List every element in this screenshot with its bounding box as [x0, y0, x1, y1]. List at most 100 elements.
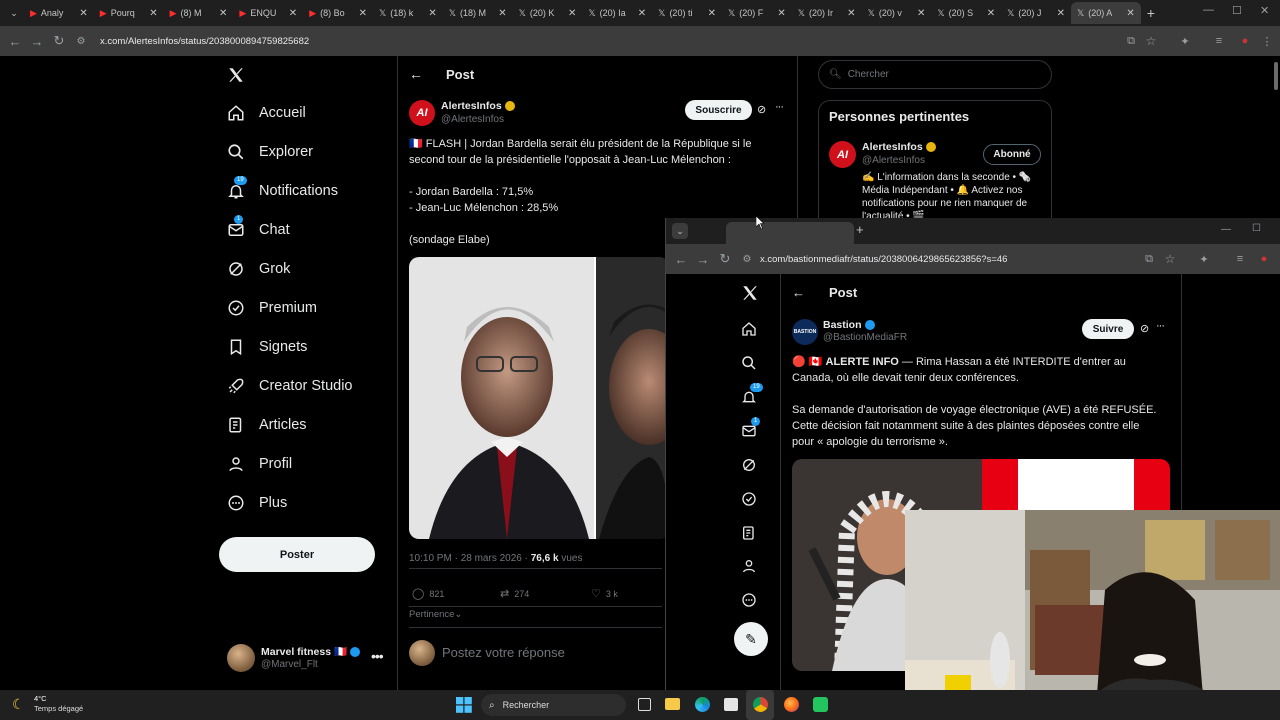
repost-button[interactable]: ⇄ 274: [500, 587, 529, 600]
post-button[interactable]: Poster: [219, 537, 375, 572]
author-handle[interactable]: @AlertesInfos: [441, 114, 504, 125]
author-avatar[interactable]: BASTION: [792, 319, 818, 345]
sidebar-item-accueil[interactable]: Accueil: [227, 104, 306, 122]
profile-icon[interactable]: [741, 558, 759, 576]
close-tab-icon[interactable]: ✕: [359, 8, 367, 19]
home-icon[interactable]: [741, 321, 759, 339]
tab-4[interactable]: ▶ (8) Bo ✕: [303, 2, 373, 24]
close-tab-icon[interactable]: ✕: [708, 8, 716, 19]
sidebar-item-creator-studio[interactable]: Creator Studio: [227, 377, 353, 395]
subscribe-button[interactable]: Souscrire: [685, 100, 752, 120]
close-tab-icon[interactable]: ✕: [289, 8, 297, 19]
x-logo-icon[interactable]: [227, 66, 245, 84]
close-tab-icon[interactable]: ✕: [428, 8, 436, 19]
sidebar-item-profil[interactable]: Profil: [227, 455, 292, 473]
back-icon[interactable]: ←: [670, 252, 692, 267]
author-handle[interactable]: @BastionMediaFR: [823, 332, 907, 343]
account-more-icon[interactable]: •••: [371, 648, 384, 664]
sidebar-item-grok[interactable]: Grok: [227, 260, 290, 278]
reading-list-icon[interactable]: ≡: [1229, 253, 1251, 265]
compose-button[interactable]: ✎: [734, 622, 768, 656]
minimize-button[interactable]: —: [1221, 224, 1231, 235]
sidebar-item-explorer[interactable]: Explorer: [227, 143, 313, 161]
tab-11[interactable]: 𝕏 (20) Ir ✕: [792, 2, 862, 24]
reply-input[interactable]: Postez votre réponse: [442, 645, 565, 660]
x-logo-icon[interactable]: [741, 284, 759, 302]
app-icon[interactable]: [813, 697, 828, 712]
forward-icon[interactable]: →: [26, 34, 48, 49]
maximize-button[interactable]: ☐: [1252, 223, 1261, 234]
grok-icon[interactable]: ⊘: [757, 103, 766, 116]
popup-active-tab[interactable]: [726, 222, 854, 244]
task-view-icon[interactable]: [638, 698, 651, 711]
mail-icon[interactable]: 1: [741, 417, 761, 441]
file-explorer-icon[interactable]: [665, 698, 680, 710]
browser-menu-icon[interactable]: ⋮: [1256, 35, 1278, 48]
close-tab-icon[interactable]: ✕: [149, 8, 157, 19]
extensions-icon[interactable]: ✦: [1174, 35, 1196, 48]
tab-5[interactable]: 𝕏 (18) k ✕: [373, 2, 443, 24]
scrollbar[interactable]: [1274, 62, 1278, 90]
tab-0[interactable]: ▶ Analy ✕: [24, 2, 94, 24]
store-icon[interactable]: [724, 698, 738, 711]
reload-icon[interactable]: ↻: [48, 33, 70, 49]
author-name[interactable]: Bastion: [823, 319, 875, 331]
close-tab-icon[interactable]: ✕: [219, 8, 227, 19]
tweet-image[interactable]: [409, 257, 669, 539]
url-text[interactable]: x.com/AlertesInfos/status/20380008947598…: [100, 36, 309, 47]
windows-start-icon[interactable]: [456, 697, 472, 713]
close-tab-icon[interactable]: ✕: [638, 8, 646, 19]
reply-button[interactable]: ◯ 821: [412, 587, 444, 600]
sort-dropdown[interactable]: Pertinence⌄: [409, 609, 462, 620]
close-tab-icon[interactable]: ✕: [777, 8, 785, 19]
tab-6[interactable]: 𝕏 (18) M ✕: [443, 2, 513, 24]
new-tab-button[interactable]: +: [1147, 5, 1155, 21]
sidebar-item-plus[interactable]: Plus: [227, 494, 287, 512]
tab-search-dropdown[interactable]: ⌄: [4, 3, 24, 23]
sidebar-item-chat[interactable]: 1 Chat: [227, 215, 290, 239]
person-avatar[interactable]: AI: [829, 141, 856, 168]
chrome-icon[interactable]: [753, 697, 768, 712]
premium-icon[interactable]: [741, 491, 759, 509]
new-tab-button[interactable]: +: [856, 222, 864, 237]
reading-list-icon[interactable]: ≡: [1208, 35, 1230, 47]
tab-3[interactable]: ▶ ENQU ✕: [233, 2, 303, 24]
tab-14[interactable]: 𝕏 (20) J ✕: [1001, 2, 1071, 24]
site-info-icon[interactable]: ⚙: [70, 36, 92, 47]
tab-12[interactable]: 𝕏 (20) v ✕: [862, 2, 932, 24]
weather-temp[interactable]: 4°C: [34, 694, 47, 703]
sidebar-item-signets[interactable]: Signets: [227, 338, 307, 356]
weather-desc[interactable]: Temps dégagé: [34, 704, 83, 713]
close-tab-icon[interactable]: ✕: [987, 8, 995, 19]
search-icon[interactable]: [741, 355, 759, 373]
close-window-button[interactable]: ✕: [1260, 4, 1269, 17]
person-name[interactable]: AlertesInfos: [862, 141, 936, 153]
sidebar-item-notifications[interactable]: 19 Notifications: [227, 176, 338, 200]
grok-icon[interactable]: [741, 457, 759, 475]
author-name[interactable]: AlertesInfos: [441, 100, 515, 112]
tab-9[interactable]: 𝕏 (20) ti ✕: [652, 2, 722, 24]
back-arrow-icon[interactable]: ←: [792, 285, 805, 300]
back-icon[interactable]: ←: [4, 34, 26, 49]
articles-icon[interactable]: [741, 525, 759, 543]
sidebar-item-articles[interactable]: Articles: [227, 416, 307, 434]
close-tab-icon[interactable]: ✕: [1126, 8, 1134, 19]
tab-search-dropdown[interactable]: ⌄: [672, 223, 688, 239]
tab-7[interactable]: 𝕏 (20) K ✕: [513, 2, 583, 24]
bookmark-star-icon[interactable]: ☆: [1159, 252, 1181, 266]
tab-10[interactable]: 𝕏 (20) F ✕: [722, 2, 792, 24]
bookmark-star-icon[interactable]: ☆: [1140, 34, 1162, 48]
install-app-icon[interactable]: ⧉: [1138, 253, 1160, 266]
following-button[interactable]: Abonné: [983, 144, 1041, 165]
tab-15[interactable]: 𝕏 (20) A ✕: [1070, 2, 1141, 24]
moon-weather-icon[interactable]: ☾: [12, 696, 25, 713]
forward-icon[interactable]: →: [692, 252, 714, 267]
close-tab-icon[interactable]: ✕: [917, 8, 925, 19]
close-tab-icon[interactable]: ✕: [79, 8, 87, 19]
close-tab-icon[interactable]: ✕: [1057, 8, 1065, 19]
grok-icon[interactable]: ⊘: [1140, 322, 1149, 335]
follow-button[interactable]: Suivre: [1082, 319, 1134, 339]
like-button[interactable]: ♡ 3 k: [591, 587, 618, 600]
edge-icon[interactable]: [695, 697, 710, 712]
firefox-icon[interactable]: [784, 697, 799, 712]
